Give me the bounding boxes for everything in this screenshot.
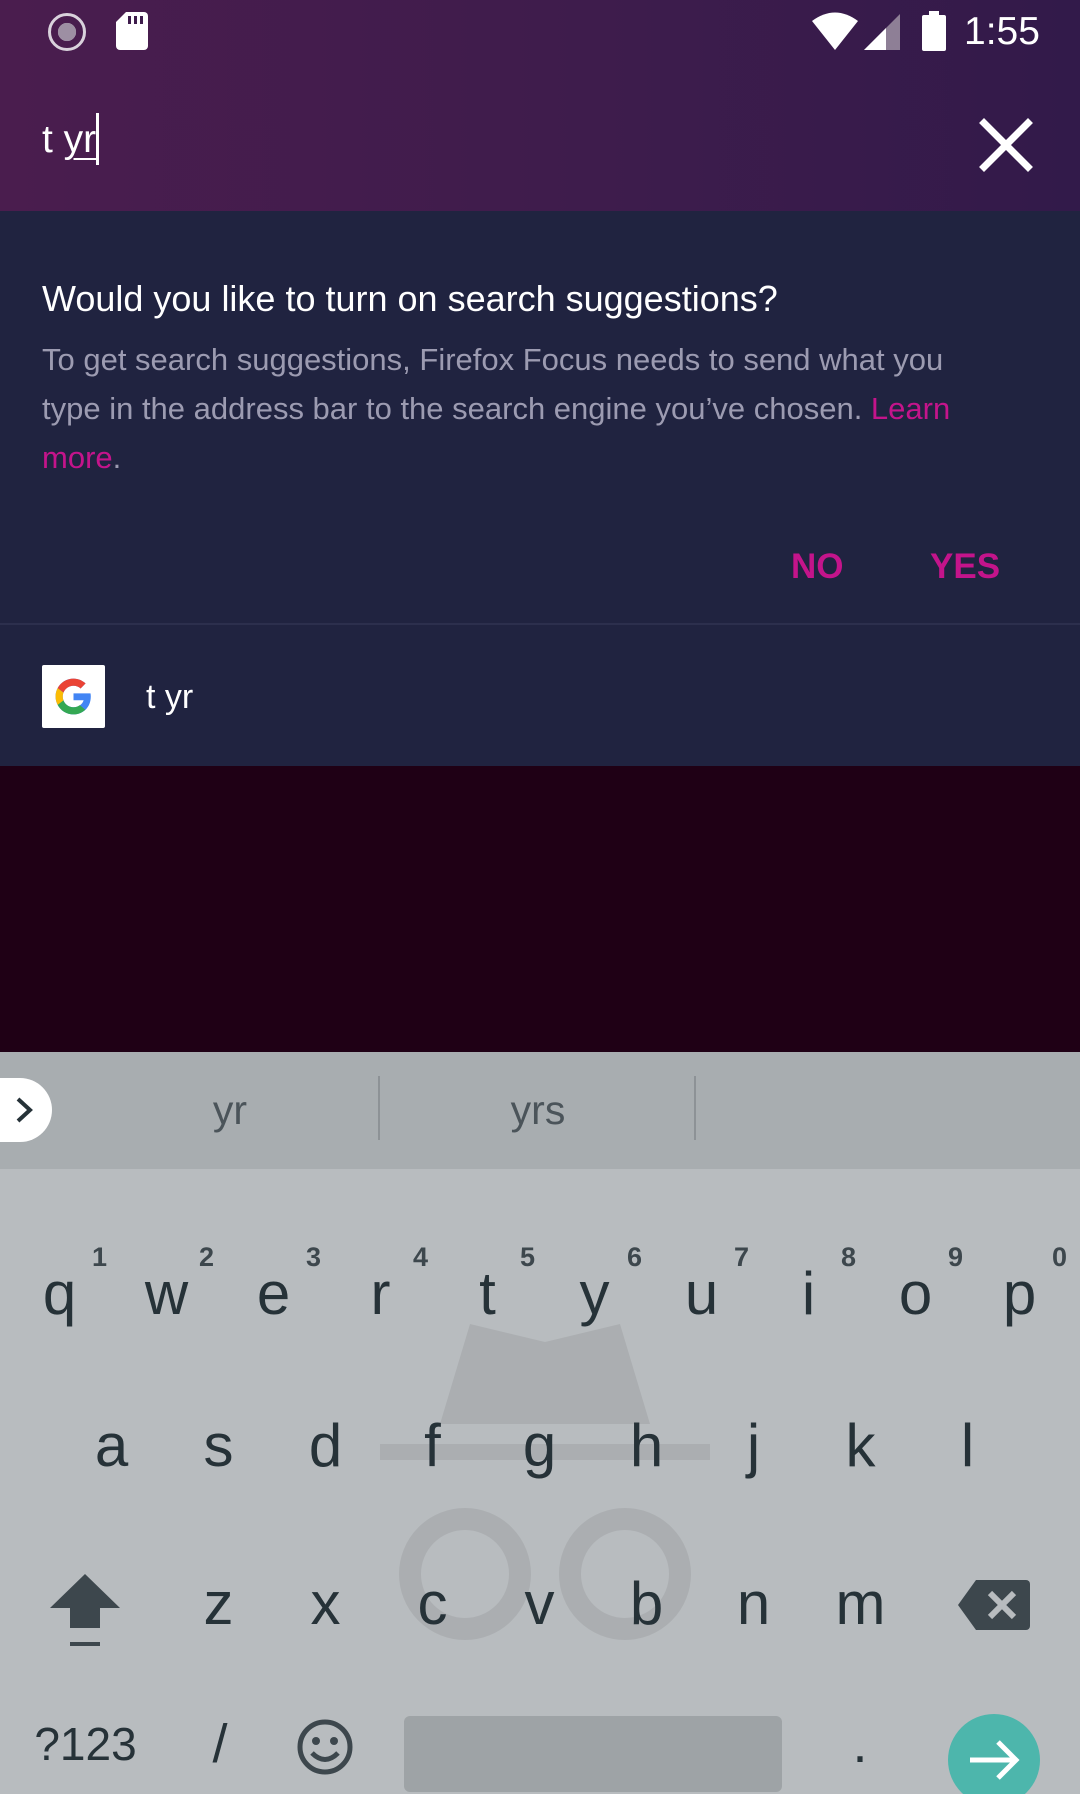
keyboard-suggestion[interactable]: yrs bbox=[380, 1078, 696, 1142]
prompt-title: Would you like to turn on search suggest… bbox=[42, 278, 778, 319]
keyboard-row-3: z x c v b n m bbox=[0, 1540, 1080, 1670]
keyboard-row-2: a s d f g h j k l bbox=[0, 1382, 1080, 1512]
keyboard-suggestion-strip: yr yrs bbox=[0, 1052, 1080, 1169]
prompt-body-text: To get search suggestions, Firefox Focus… bbox=[42, 342, 944, 426]
clock: 1:55 bbox=[964, 10, 1040, 53]
key-l[interactable]: l bbox=[914, 1382, 1021, 1510]
keyboard-row-4: ?123 / . bbox=[0, 1700, 1080, 1794]
url-input[interactable]: t yr bbox=[42, 115, 96, 165]
key-g[interactable]: g bbox=[486, 1382, 593, 1510]
key-o[interactable]: o9 bbox=[862, 1230, 969, 1358]
key-v[interactable]: v bbox=[486, 1540, 593, 1668]
prompt-period: . bbox=[112, 440, 122, 475]
yes-button[interactable]: YES bbox=[930, 537, 1000, 597]
key-n[interactable]: n bbox=[700, 1540, 807, 1668]
divider bbox=[694, 1076, 696, 1140]
arrow-right-icon bbox=[970, 1740, 1020, 1780]
key-q[interactable]: q1 bbox=[6, 1230, 113, 1358]
key-d[interactable]: d bbox=[272, 1382, 379, 1510]
go-button[interactable] bbox=[948, 1714, 1040, 1794]
key-s[interactable]: s bbox=[165, 1382, 272, 1510]
header: 1:55 t yr bbox=[0, 0, 1080, 211]
key-k[interactable]: k bbox=[807, 1382, 914, 1510]
keyboard-suggestion[interactable]: yr bbox=[80, 1078, 380, 1142]
shift-icon[interactable] bbox=[40, 1560, 130, 1660]
backspace-icon[interactable] bbox=[958, 1580, 1030, 1630]
google-icon bbox=[42, 665, 105, 728]
key-a[interactable]: a bbox=[58, 1382, 165, 1510]
key-z[interactable]: z bbox=[165, 1540, 272, 1668]
prompt-body: To get search suggestions, Firefox Focus… bbox=[42, 335, 1002, 482]
key-t[interactable]: t5 bbox=[434, 1230, 541, 1358]
sd-card-icon bbox=[116, 12, 148, 50]
url-input-plain: t bbox=[42, 118, 64, 161]
key-r[interactable]: r4 bbox=[327, 1230, 434, 1358]
no-button[interactable]: NO bbox=[791, 537, 844, 597]
slash-key[interactable]: / bbox=[190, 1704, 250, 1784]
key-e[interactable]: e3 bbox=[220, 1230, 327, 1358]
key-f[interactable]: f bbox=[379, 1382, 486, 1510]
key-i[interactable]: i8 bbox=[755, 1230, 862, 1358]
text-cursor bbox=[96, 113, 99, 165]
search-suggestion-row[interactable]: t yr bbox=[0, 625, 1080, 766]
period-key[interactable]: . bbox=[830, 1704, 890, 1784]
url-input-composing: yr bbox=[63, 118, 97, 161]
url-bar[interactable]: t yr bbox=[0, 63, 1080, 211]
key-b[interactable]: b bbox=[593, 1540, 700, 1668]
key-p[interactable]: p0 bbox=[966, 1230, 1073, 1358]
close-icon[interactable] bbox=[970, 109, 1042, 181]
symbols-key[interactable]: ?123 bbox=[28, 1704, 143, 1784]
keyboard: yr yrs q1 w2 e3 r4 t5 y6 u7 i8 o9 p0 a s… bbox=[0, 1052, 1080, 1794]
key-c[interactable]: c bbox=[379, 1540, 486, 1668]
key-h[interactable]: h bbox=[593, 1382, 700, 1510]
battery-icon bbox=[922, 11, 946, 51]
content-area bbox=[0, 766, 1080, 1052]
expand-suggestions-button[interactable] bbox=[0, 1078, 52, 1142]
search-query-text: t yr bbox=[146, 678, 194, 716]
key-u[interactable]: u7 bbox=[648, 1230, 755, 1358]
status-bar: 1:55 bbox=[0, 0, 1080, 63]
cell-signal-icon bbox=[864, 14, 900, 50]
search-suggestions-prompt: Would you like to turn on search suggest… bbox=[0, 211, 1080, 625]
chevron-right-icon bbox=[16, 1097, 33, 1123]
key-y[interactable]: y6 bbox=[541, 1230, 648, 1358]
space-bar[interactable] bbox=[404, 1716, 782, 1792]
key-m[interactable]: m bbox=[807, 1540, 914, 1668]
keyboard-row-1: q1 w2 e3 r4 t5 y6 u7 i8 o9 p0 bbox=[0, 1230, 1080, 1360]
key-x[interactable]: x bbox=[272, 1540, 379, 1668]
emoji-icon[interactable] bbox=[296, 1718, 354, 1776]
key-j[interactable]: j bbox=[700, 1382, 807, 1510]
loading-icon bbox=[48, 13, 86, 51]
key-w[interactable]: w2 bbox=[113, 1230, 220, 1358]
wifi-icon bbox=[812, 12, 858, 50]
